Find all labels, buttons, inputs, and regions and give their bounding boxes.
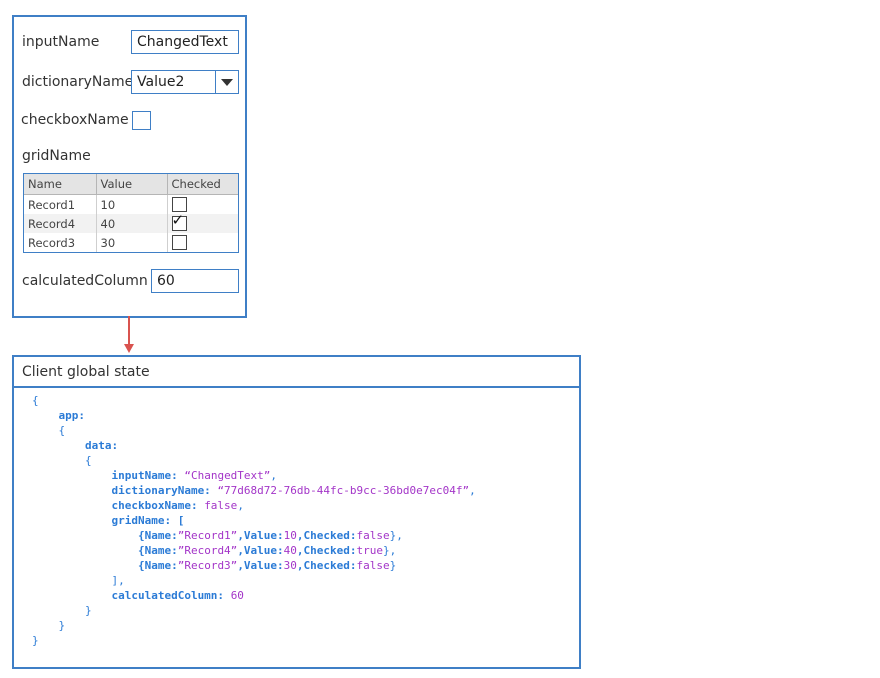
code-line: ], xyxy=(32,573,476,588)
form-panel: inputName ChangedText dictionaryName Val… xyxy=(12,15,247,318)
code-token: false xyxy=(356,559,390,572)
code-token: 10 xyxy=(283,529,297,542)
grid-row-checkbox[interactable] xyxy=(171,197,187,212)
code-line: } xyxy=(32,618,476,633)
grid-cell-checked xyxy=(167,233,238,252)
code-line: checkboxName: false, xyxy=(32,498,476,513)
code-token: ,Value: xyxy=(237,529,284,542)
code-token: app: xyxy=(32,409,85,422)
checkmark-icon: ✓ xyxy=(171,211,185,229)
code-token: } xyxy=(32,619,66,632)
code-line: calculatedColumn: 60 xyxy=(32,588,476,603)
grid-name-table: Name Value Checked Record1 10 Record4 40… xyxy=(23,173,239,253)
code-token: }, xyxy=(389,529,403,542)
code-line: gridName: [ xyxy=(32,513,476,528)
code-token: , xyxy=(237,499,244,512)
code-token: , xyxy=(469,484,476,497)
dropdown-button[interactable] xyxy=(215,71,238,93)
state-json-code: { app: { data: { inputName: “ChangedText… xyxy=(32,393,476,648)
code-token: {Name: xyxy=(32,544,178,557)
code-line: {Name:”Record4”,Value:40,Checked:true}, xyxy=(32,543,476,558)
code-token: 60 xyxy=(230,589,244,602)
arrow-connector xyxy=(128,316,130,346)
code-token: { xyxy=(32,394,39,407)
code-line: } xyxy=(32,633,476,648)
input-name-field[interactable]: ChangedText xyxy=(131,30,239,54)
code-token: “77d68d72-76db-44fc-b9cc-36bd0e7ec04f” xyxy=(217,484,470,497)
dictionary-name-select[interactable]: Value2 xyxy=(131,70,239,94)
grid-row[interactable]: Record3 30 xyxy=(24,233,238,252)
code-token: ,Value: xyxy=(237,559,284,572)
calculated-column-label: calculatedColumn xyxy=(22,273,148,289)
code-line: { xyxy=(32,423,476,438)
checkbox-name-label: checkboxName xyxy=(21,112,129,128)
code-token: ,Checked: xyxy=(296,544,357,557)
code-line: } xyxy=(32,603,476,618)
dictionary-selected-value: Value2 xyxy=(137,74,185,90)
code-line: app: xyxy=(32,408,476,423)
code-token: } xyxy=(32,604,92,617)
grid-column-header[interactable]: Value xyxy=(96,174,168,195)
code-token: checkboxName: xyxy=(32,499,205,512)
code-line: dictionaryName: “77d68d72-76db-44fc-b9cc… xyxy=(32,483,476,498)
grid-cell-name: Record3 xyxy=(24,233,97,252)
code-token: ”Record4” xyxy=(177,544,238,557)
grid-cell-name: Record1 xyxy=(24,194,97,214)
code-token: gridName: [ xyxy=(32,514,185,527)
code-line: {Name:”Record3”,Value:30,Checked:false} xyxy=(32,558,476,573)
grid-row[interactable]: Record1 10 xyxy=(24,194,238,214)
code-token: 30 xyxy=(283,559,297,572)
code-token: ,Value: xyxy=(237,544,284,557)
grid-row-checkbox[interactable]: ✓ xyxy=(171,211,187,231)
code-token: } xyxy=(32,634,39,647)
code-line: inputName: “ChangedText”, xyxy=(32,468,476,483)
arrow-head-icon xyxy=(124,344,134,353)
grid-row[interactable]: Record4 40 ✓ xyxy=(24,211,238,233)
code-token: true xyxy=(356,544,384,557)
state-panel-title: Client global state xyxy=(14,357,579,388)
code-token: ], xyxy=(32,574,125,587)
code-token: ,Checked: xyxy=(296,559,357,572)
grid-cell-checked: ✓ xyxy=(167,211,238,233)
client-global-state-panel: Client global state { app: { data: { inp… xyxy=(12,355,581,669)
grid-name-label: gridName xyxy=(22,148,91,164)
code-token: , xyxy=(270,469,278,482)
input-name-label: inputName xyxy=(22,34,100,50)
code-line: data: xyxy=(32,438,476,453)
code-token: { xyxy=(32,454,92,467)
grid-row-checkbox[interactable] xyxy=(171,235,187,250)
checkbox-name-checkbox[interactable] xyxy=(132,111,151,130)
code-token: dictionaryName: xyxy=(32,484,218,497)
grid-cell-value: 40 xyxy=(96,214,168,233)
code-line: { xyxy=(32,453,476,468)
code-token: ”Record1” xyxy=(177,529,238,542)
code-token: false xyxy=(356,529,390,542)
code-line: { xyxy=(32,393,476,408)
dictionary-name-label: dictionaryName xyxy=(22,74,134,90)
code-token: ,Checked: xyxy=(296,529,357,542)
code-token: {Name: xyxy=(32,559,178,572)
code-token: false xyxy=(204,499,238,512)
grid-cell-name: Record4 xyxy=(24,214,97,233)
code-token: “ChangedText” xyxy=(184,469,271,482)
grid-column-header[interactable]: Checked xyxy=(167,174,238,195)
code-token: }, xyxy=(383,544,397,557)
grid-cell-value: 30 xyxy=(96,233,168,252)
code-token: {Name: xyxy=(32,529,178,542)
code-token: calculatedColumn: xyxy=(32,589,231,602)
code-token: 40 xyxy=(283,544,297,557)
code-token: data: xyxy=(32,439,119,452)
grid-cell-value: 10 xyxy=(96,194,168,214)
code-token: ”Record3” xyxy=(177,559,238,572)
calculated-column-field[interactable]: 60 xyxy=(151,269,239,293)
chevron-down-icon xyxy=(221,79,233,86)
code-token: { xyxy=(32,424,66,437)
grid-header-row: Name Value Checked xyxy=(24,174,238,195)
code-token: } xyxy=(389,559,397,572)
code-line: {Name:”Record1”,Value:10,Checked:false}, xyxy=(32,528,476,543)
grid-column-header[interactable]: Name xyxy=(24,174,97,195)
code-token: inputName: xyxy=(32,469,185,482)
